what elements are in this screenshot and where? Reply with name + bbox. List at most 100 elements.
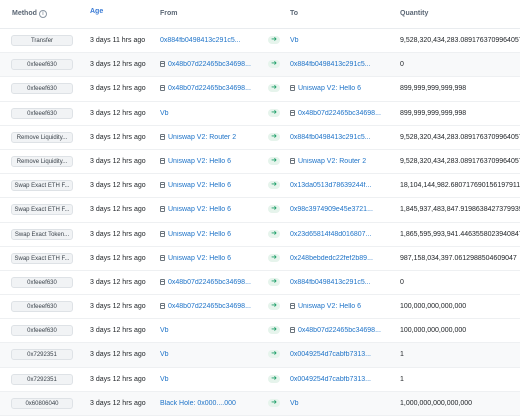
- age-cell: 3 days 12 hrs ago: [90, 351, 146, 359]
- age-cell: 3 days 12 hrs ago: [90, 254, 146, 262]
- method-badge: 0xfeeef630: [11, 301, 73, 313]
- from-address-text: Uniswap V2: Hello 6: [168, 254, 232, 262]
- contract-icon: [160, 157, 165, 164]
- from-address-text: Uniswap V2: Hello 6: [168, 230, 232, 238]
- from-address-link[interactable]: 0x48b07d22465bc34698...: [160, 85, 272, 92]
- arrow-right-icon: ➜: [268, 302, 280, 311]
- to-address-link[interactable]: Uniswap V2: Hello 6: [290, 303, 392, 310]
- table-row: 0xfeeef630 3 days 12 hrs ago 0x48b07d22465…: [0, 53, 520, 78]
- method-badge: 0xfeeef630: [11, 276, 73, 288]
- from-address-text: 0x48b07d22465bc34698...: [168, 303, 251, 311]
- transfers-table-body: Transfer 3 days 11 hrs ago 0x884fb0498413c…: [0, 29, 520, 416]
- age-cell: 3 days 12 hrs ago: [90, 327, 146, 335]
- method-badge: Remove Liquidity...: [11, 155, 73, 167]
- contract-icon: [290, 157, 295, 164]
- table-row: 0xfeeef630 3 days 12 hrs ago 0x48b07d22465…: [0, 271, 520, 296]
- to-address-link[interactable]: 0x0049254d7cabfb7313...: [290, 376, 392, 383]
- to-address-link[interactable]: 0x884fb0498413c291c5...: [290, 279, 392, 286]
- age-cell: 3 days 12 hrs ago: [90, 206, 146, 214]
- quantity-cell: 1: [400, 351, 404, 359]
- to-address-link[interactable]: 0x884fb0498413c291c5...: [290, 134, 392, 141]
- age-cell: 3 days 12 hrs ago: [90, 278, 146, 286]
- contract-icon: [290, 85, 295, 92]
- table-row: 0xfeeef630 3 days 12 hrs ago Vb ➜ 0x48b07d22…: [0, 319, 520, 344]
- method-column-header: Method i: [12, 10, 47, 18]
- to-address-link[interactable]: 0x48b07d22465bc34698...: [290, 109, 392, 117]
- age-cell: 3 days 12 hrs ago: [90, 133, 146, 141]
- method-badge: 0x60806040: [11, 397, 73, 409]
- to-address-link[interactable]: 0x98c3974909e45e3721...: [290, 206, 392, 213]
- method-badge: 0xfeeef630: [11, 59, 73, 71]
- from-address-link[interactable]: 0x884fb0498413c291c5...: [160, 37, 272, 44]
- arrow-right-icon: ➜: [268, 277, 280, 286]
- quantity-cell: 1,000,000,000,000,000: [400, 399, 473, 407]
- quantity-cell: 9,528,320,434,283.0891763709964057: [400, 157, 520, 165]
- method-badge: 0xfeeef630: [11, 83, 73, 95]
- table-row: Transfer 3 days 11 hrs ago 0x884fb0498413c…: [0, 29, 520, 54]
- to-address-link[interactable]: Uniswap V2: Router 2: [290, 157, 392, 165]
- contract-icon: [160, 254, 165, 261]
- to-address-link[interactable]: 0x884fb0498413c291c5...: [290, 61, 392, 68]
- contract-icon: [160, 206, 165, 213]
- quantity-cell: 899,999,999,999,998: [400, 85, 467, 93]
- from-address-link[interactable]: Uniswap V2: Router 2: [160, 133, 272, 141]
- to-address-text: 0x248bebdedc22fef2b89...: [290, 254, 373, 262]
- arrow-right-icon: ➜: [268, 229, 280, 238]
- table-row: Swap Exact ETH F... 3 days 12 hrs ago Unis…: [0, 247, 520, 271]
- to-address-text: Vb: [290, 37, 299, 44]
- from-address-link[interactable]: Black Hole: 0x000....000: [160, 400, 272, 407]
- from-address-link[interactable]: 0x48b07d22465bc34698...: [160, 61, 272, 68]
- to-address-link[interactable]: Uniswap V2: Hello 6: [290, 85, 392, 92]
- from-address-link[interactable]: Uniswap V2: Hello 6: [160, 230, 272, 238]
- from-address-text: 0x48b07d22465bc34698...: [168, 278, 251, 286]
- from-address-link[interactable]: Vb: [160, 327, 272, 334]
- to-address-text: 0x884fb0498413c291c5...: [290, 133, 371, 141]
- from-address-text: Uniswap V2: Router 2: [168, 133, 237, 141]
- info-icon[interactable]: i: [38, 10, 47, 18]
- from-address-text: 0x48b07d22465bc34698...: [168, 85, 251, 93]
- from-address-link[interactable]: Uniswap V2: Hello 6: [160, 254, 272, 262]
- to-address-link[interactable]: 0x48b07d22465bc34698...: [290, 327, 392, 334]
- table-row: 0x7292351 3 days 12 hrs ago Vb ➜ 0x0049254d7…: [0, 368, 520, 392]
- to-address-link[interactable]: 0x13da0513d78639244f...: [290, 182, 392, 189]
- from-address-link[interactable]: Vb: [160, 376, 272, 383]
- from-address-text: Uniswap V2: Hello 6: [168, 157, 232, 165]
- from-address-link[interactable]: 0x48b07d22465bc34698...: [160, 303, 272, 310]
- from-address-link[interactable]: Uniswap V2: Hello 6: [160, 182, 272, 189]
- to-address-text: 0x23d65814f48d016807...: [290, 230, 372, 238]
- from-address-link[interactable]: 0x48b07d22465bc34698...: [160, 278, 272, 286]
- to-address-link[interactable]: 0x0049254d7cabfb7313...: [290, 351, 392, 358]
- table-row: 0xfeeef630 3 days 12 hrs ago 0x48b07d22465…: [0, 77, 520, 102]
- arrow-right-icon: ➜: [268, 374, 280, 383]
- quantity-cell: 1: [400, 375, 404, 383]
- to-address-link[interactable]: 0x248bebdedc22fef2b89...: [290, 255, 392, 262]
- from-address-link[interactable]: Uniswap V2: Hello 6: [160, 157, 272, 165]
- from-address-text: Vb: [160, 109, 169, 117]
- to-address-text: Vb: [290, 399, 299, 407]
- quantity-cell: 1,845,937,483,847.9198638427379939: [400, 206, 520, 214]
- age-cell: 3 days 12 hrs ago: [90, 85, 146, 93]
- to-address-link[interactable]: Vb: [290, 37, 392, 44]
- contract-icon: [290, 327, 295, 334]
- to-address-text: 0x884fb0498413c291c5...: [290, 278, 371, 286]
- contract-icon: [290, 303, 295, 310]
- arrow-right-icon: ➜: [268, 156, 280, 165]
- age-column-header[interactable]: Age: [90, 8, 103, 15]
- table-row: 0x60806040 3 days 12 hrs ago Black Hole: 0…: [0, 391, 520, 416]
- contract-icon: [160, 278, 165, 285]
- arrow-right-icon: ➜: [268, 36, 280, 44]
- to-address-link[interactable]: Vb: [290, 400, 392, 407]
- to-address-link[interactable]: 0x23d65814f48d016807...: [290, 231, 392, 238]
- quantity-cell: 18,104,144,982.6807176901561979117: [400, 182, 520, 190]
- contract-icon: [160, 133, 165, 140]
- to-address-text: Uniswap V2: Hello 6: [298, 303, 362, 311]
- from-address-link[interactable]: Vb: [160, 351, 272, 358]
- from-address-link[interactable]: Uniswap V2: Hello 6: [160, 206, 272, 213]
- quantity-cell: 1,865,595,993,941.4463558023940847: [400, 230, 520, 238]
- arrow-right-icon: ➜: [268, 326, 280, 335]
- age-cell: 3 days 12 hrs ago: [90, 375, 146, 383]
- contract-icon: [160, 61, 165, 68]
- method-badge: Swap Exact Token...: [11, 228, 73, 240]
- from-address-link[interactable]: Vb: [160, 110, 272, 117]
- arrow-right-icon: ➜: [268, 108, 280, 117]
